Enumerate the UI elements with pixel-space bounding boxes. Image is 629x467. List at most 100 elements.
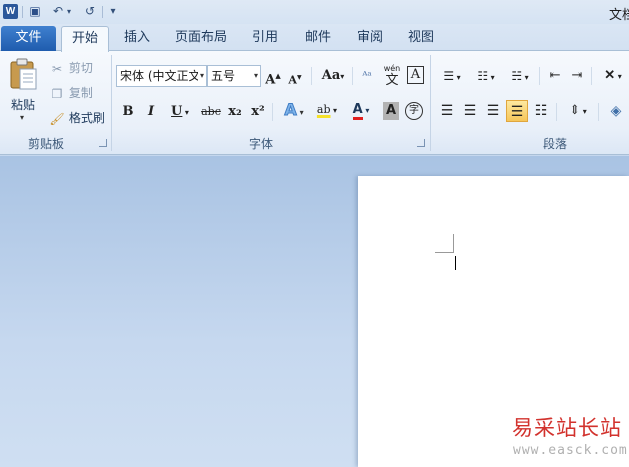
text-effects-button[interactable]: A ▾ — [279, 99, 309, 121]
grow-font-button[interactable]: A▲ — [265, 65, 281, 87]
align-right-button[interactable]: ☰ — [483, 100, 503, 122]
chevron-down-icon: ▾ — [253, 71, 258, 80]
phonetic-char: 文 — [385, 73, 399, 88]
save-icon[interactable]: ▣ — [27, 3, 43, 20]
clear-formatting-button[interactable]: ᴬᵃ — [358, 65, 376, 87]
font-color-icon: A — [352, 103, 363, 120]
chinese-layout-button[interactable]: ✕ ▾ — [598, 65, 628, 87]
button-separator — [311, 67, 312, 85]
enclose-characters-icon: 字 — [409, 105, 419, 116]
line-spacing-icon: ⇕ — [569, 103, 581, 118]
align-left-icon: ☰ — [440, 103, 454, 119]
bullets-button[interactable]: ☰ ▾ — [437, 65, 467, 87]
superscript-button[interactable]: x² — [249, 101, 267, 123]
margin-corner-mark — [453, 234, 454, 253]
format-painter-icon: 🖌 — [49, 111, 65, 126]
align-center-button[interactable]: ☰ — [460, 100, 480, 122]
scissors-icon: ✂ — [51, 61, 63, 76]
superscript-icon: x² — [251, 104, 265, 119]
multilevel-list-button[interactable]: ☵ ▾ — [505, 65, 535, 87]
chinese-layout-icon: ✕ — [604, 68, 616, 83]
tab-view[interactable]: 视图 — [400, 26, 442, 51]
button-separator — [556, 103, 557, 121]
italic-icon: I — [147, 104, 155, 119]
tab-insert[interactable]: 插入 — [116, 26, 158, 51]
clipboard-icon — [10, 58, 37, 90]
clear-formatting-icon: ᴬᵃ — [362, 69, 372, 82]
numbering-icon: ☷ — [477, 69, 489, 83]
phonetic-guide-button[interactable]: wén 文 — [381, 63, 403, 88]
align-center-icon: ☰ — [463, 103, 477, 119]
cut-label: 剪切 — [68, 61, 93, 75]
paste-button[interactable]: 粘贴 ▾ — [5, 55, 41, 127]
change-case-button[interactable]: Aa▾ — [319, 65, 347, 87]
tab-references[interactable]: 引用 — [244, 26, 286, 51]
window-title: 文档 — [608, 8, 629, 23]
shrink-font-button[interactable]: A▼ — [288, 67, 302, 89]
tab-home[interactable]: 开始 — [61, 26, 109, 52]
shrink-font-icon: A — [288, 73, 297, 87]
tab-mailings[interactable]: 邮件 — [297, 26, 339, 51]
enclose-characters-button[interactable]: 字 — [405, 102, 423, 120]
align-right-icon: ☰ — [486, 103, 500, 119]
tab-file[interactable]: 文件 — [1, 26, 56, 51]
font-size-dropdown[interactable]: 五号 ▾ — [207, 65, 261, 87]
underline-button[interactable]: U ▾ — [166, 101, 194, 123]
line-spacing-button[interactable]: ⇕ ▾ — [563, 100, 593, 122]
character-border-button[interactable]: A — [407, 66, 424, 84]
character-shading-button[interactable]: A — [383, 102, 399, 120]
shading-button[interactable]: ◈ — [604, 100, 628, 122]
strikethrough-icon: abc — [201, 105, 221, 118]
decrease-indent-icon: ⇤ — [549, 68, 561, 83]
customize-qat-icon[interactable]: ▾ — [105, 3, 121, 20]
underline-icon: U — [171, 104, 183, 119]
button-separator — [539, 67, 540, 85]
paint-bucket-icon: ◈ — [610, 103, 622, 119]
title-bar: W ▣ ↶ ▾ ↺ ▾ 文档 — [0, 0, 629, 24]
subscript-button[interactable]: x₂ — [226, 101, 244, 123]
paste-label: 粘贴 — [11, 98, 36, 112]
decrease-indent-button[interactable]: ⇤ — [546, 65, 564, 87]
increase-indent-button[interactable]: ⇥ — [568, 65, 586, 87]
format-painter-label: 格式刷 — [68, 111, 105, 125]
tab-review[interactable]: 审阅 — [349, 26, 391, 51]
qat-separator — [22, 6, 23, 18]
align-left-button[interactable]: ☰ — [437, 100, 457, 122]
bullets-icon: ☰ — [443, 69, 455, 83]
copy-label: 复制 — [68, 86, 93, 100]
character-border-icon: A — [410, 67, 421, 82]
copy-button[interactable]: ❐ 复制 — [49, 84, 93, 102]
button-separator — [272, 103, 273, 121]
italic-button[interactable]: I — [143, 101, 159, 123]
font-name-dropdown[interactable]: 宋体 (中文正文) ▾ — [116, 65, 207, 87]
strikethrough-button[interactable]: abc — [200, 101, 222, 123]
font-launcher-icon[interactable] — [417, 139, 425, 147]
highlight-button[interactable]: ab ▾ — [312, 99, 342, 121]
text-cursor — [455, 256, 456, 270]
justify-icon: ☰ — [510, 104, 524, 120]
tab-page-layout[interactable]: 页面布局 — [170, 26, 232, 51]
grow-font-icon: A — [265, 72, 276, 88]
word-app-icon[interactable]: W — [3, 4, 18, 19]
highlighter-icon: ab — [316, 103, 331, 116]
cut-button[interactable]: ✂ 剪切 — [49, 59, 93, 77]
format-painter-button[interactable]: 🖌 格式刷 — [49, 109, 105, 127]
paste-dropdown-icon[interactable]: ▾ — [20, 113, 24, 122]
undo-dropdown-icon[interactable]: ▾ — [64, 3, 74, 20]
copy-icon: ❐ — [51, 86, 63, 101]
margin-corner-mark — [435, 252, 454, 253]
paragraph-group-label: 段落 — [543, 137, 568, 151]
justify-button[interactable]: ☰ — [506, 100, 528, 122]
font-color-button[interactable]: A ▾ — [346, 99, 376, 121]
redo-icon[interactable]: ↺ — [82, 3, 98, 20]
ribbon-home: 粘贴 ▾ ✂ 剪切 ❐ 复制 🖌 格式刷 剪贴板 宋体 (中文正文) ▾ 五号 … — [0, 51, 629, 155]
distributed-icon: ☷ — [534, 103, 548, 119]
numbering-button[interactable]: ☷ ▾ — [471, 65, 501, 87]
qat-separator — [102, 6, 103, 18]
text-effects-icon: A — [284, 100, 297, 120]
distributed-button[interactable]: ☷ — [531, 100, 551, 122]
clipboard-launcher-icon[interactable] — [99, 139, 107, 147]
watermark-url: www.easck.com — [513, 443, 628, 458]
increase-indent-icon: ⇥ — [571, 68, 583, 83]
bold-button[interactable]: B — [120, 101, 136, 123]
